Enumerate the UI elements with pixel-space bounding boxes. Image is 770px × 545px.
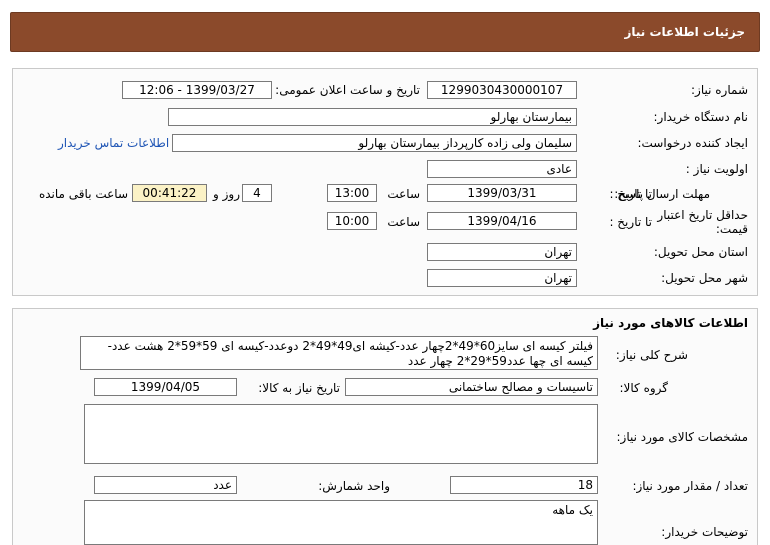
deadline-date-field: 1399/03/31	[427, 184, 577, 202]
province-field: تهران	[427, 243, 577, 261]
deadline-to-date-label: تا تاریخ :	[609, 187, 652, 201]
deadline-time-label: ساعت	[387, 187, 420, 201]
priority-field: عادی	[427, 160, 577, 178]
buyer-org-field: بیمارستان بهارلو	[168, 108, 577, 126]
goods-section-title: اطلاعات کالاهای مورد نیاز	[593, 316, 748, 330]
page-title: جزئیات اطلاعات نیاز	[624, 25, 745, 39]
validity-time-label: ساعت	[387, 215, 420, 229]
general-description-line-2: کیسه ای چها عدد59*29*2 چهار عدد	[407, 354, 593, 368]
general-description-line-1: فیلتر کیسه ای سایز60*49*2چهار عدد-کیشه ا…	[107, 339, 593, 353]
general-description-label: شرح کلی نیاز:	[615, 348, 688, 362]
need-date-label: تاریخ نیاز به کالا:	[258, 381, 340, 395]
province-label: استان محل تحویل:	[653, 245, 748, 259]
validity-date-field: 1399/04/16	[427, 212, 577, 230]
buyer-notes-field: یک ماهه	[84, 500, 598, 545]
buyer-notes-label: توضیحات خریدار:	[661, 525, 748, 539]
need-number-label: شماره نیاز:	[691, 83, 748, 97]
remaining-time-field: 00:41:22	[132, 184, 207, 202]
min-validity-label: حداقل تاریخ اعتبار قیمت:	[657, 208, 748, 236]
goods-group-label: گروه کالا:	[619, 381, 669, 395]
priority-label: اولویت نیاز :	[685, 162, 748, 176]
creator-label: ایجاد کننده درخواست:	[637, 136, 748, 150]
quantity-label: تعداد / مقدار مورد نیاز:	[632, 479, 748, 493]
deadline-time-field: 13:00	[327, 184, 377, 202]
need-date-field: 1399/04/05	[94, 378, 237, 396]
city-field: تهران	[427, 269, 577, 287]
need-number-field: 1299030430000107	[427, 81, 577, 99]
validity-time-field: 10:00	[327, 212, 377, 230]
days-label: روز و	[213, 187, 240, 201]
days-remaining-field: 4	[242, 184, 272, 202]
goods-group-field: تاسیسات و مصالح ساختمانی	[345, 378, 598, 396]
announce-label: تاریخ و ساعت اعلان عمومی:	[275, 83, 420, 97]
unit-label: واحد شمارش:	[318, 479, 390, 493]
page-header: جزئیات اطلاعات نیاز	[10, 12, 760, 52]
city-label: شهر محل تحویل:	[661, 271, 748, 285]
unit-field: عدد	[94, 476, 237, 494]
buyer-contact-link[interactable]: اطلاعات تماس خریدار	[58, 136, 169, 150]
specs-label: مشخصات کالای مورد نیاز:	[616, 430, 748, 444]
quantity-field: 18	[450, 476, 598, 494]
general-description-field: فیلتر کیسه ای سایز60*49*2چهار عدد-کیشه ا…	[80, 336, 598, 370]
announce-datetime-field: 1399/03/27 - 12:06	[122, 81, 272, 99]
buyer-org-label: نام دستگاه خریدار:	[653, 110, 749, 124]
creator-field: سلیمان ولی زاده کارپرداز بیمارستان بهارل…	[172, 134, 577, 152]
need-info-panel	[12, 68, 758, 296]
specs-field	[84, 404, 598, 464]
validity-to-date-label: تا تاریخ :	[609, 215, 652, 229]
remaining-time-label: ساعت باقی مانده	[38, 187, 128, 201]
